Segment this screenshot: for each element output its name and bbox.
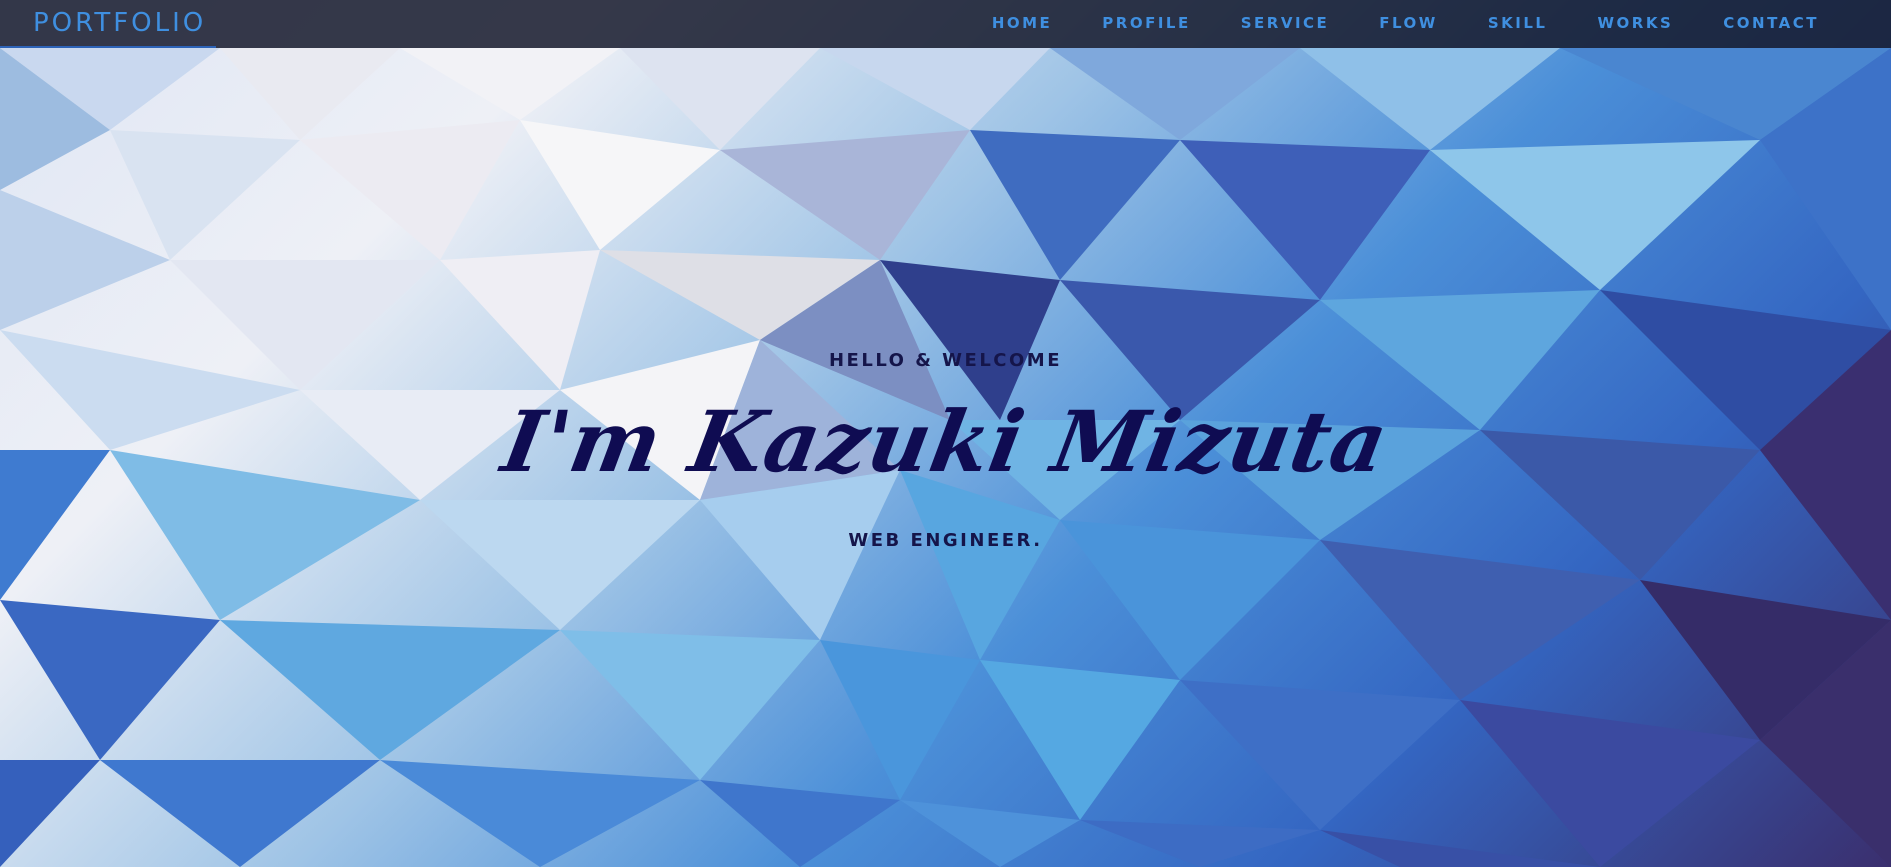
hero-section: PORTFOLIO HOME PROFILE SERVICE FLOW SKIL… xyxy=(0,0,1891,867)
hero-name-heading: I'm Kazuki Mizuta xyxy=(495,392,1396,491)
nav-item-profile[interactable]: PROFILE xyxy=(1102,14,1190,32)
nav-item-service[interactable]: SERVICE xyxy=(1241,14,1330,32)
nav-item-skill[interactable]: SKILL xyxy=(1488,14,1548,32)
top-navbar: PORTFOLIO HOME PROFILE SERVICE FLOW SKIL… xyxy=(0,0,1891,48)
hero-greeting: HELLO & WELCOME xyxy=(828,350,1063,371)
brand-logo-link[interactable]: PORTFOLIO xyxy=(33,8,206,38)
brand-underline xyxy=(0,46,216,48)
hero-role: WEB ENGINEER. xyxy=(848,530,1043,551)
nav-item-flow[interactable]: FLOW xyxy=(1379,14,1438,32)
nav-item-works[interactable]: WORKS xyxy=(1597,14,1673,32)
nav-item-home[interactable]: HOME xyxy=(992,14,1052,32)
nav-item-contact[interactable]: CONTACT xyxy=(1723,14,1819,32)
main-nav: HOME PROFILE SERVICE FLOW SKILL WORKS CO… xyxy=(942,14,1819,32)
